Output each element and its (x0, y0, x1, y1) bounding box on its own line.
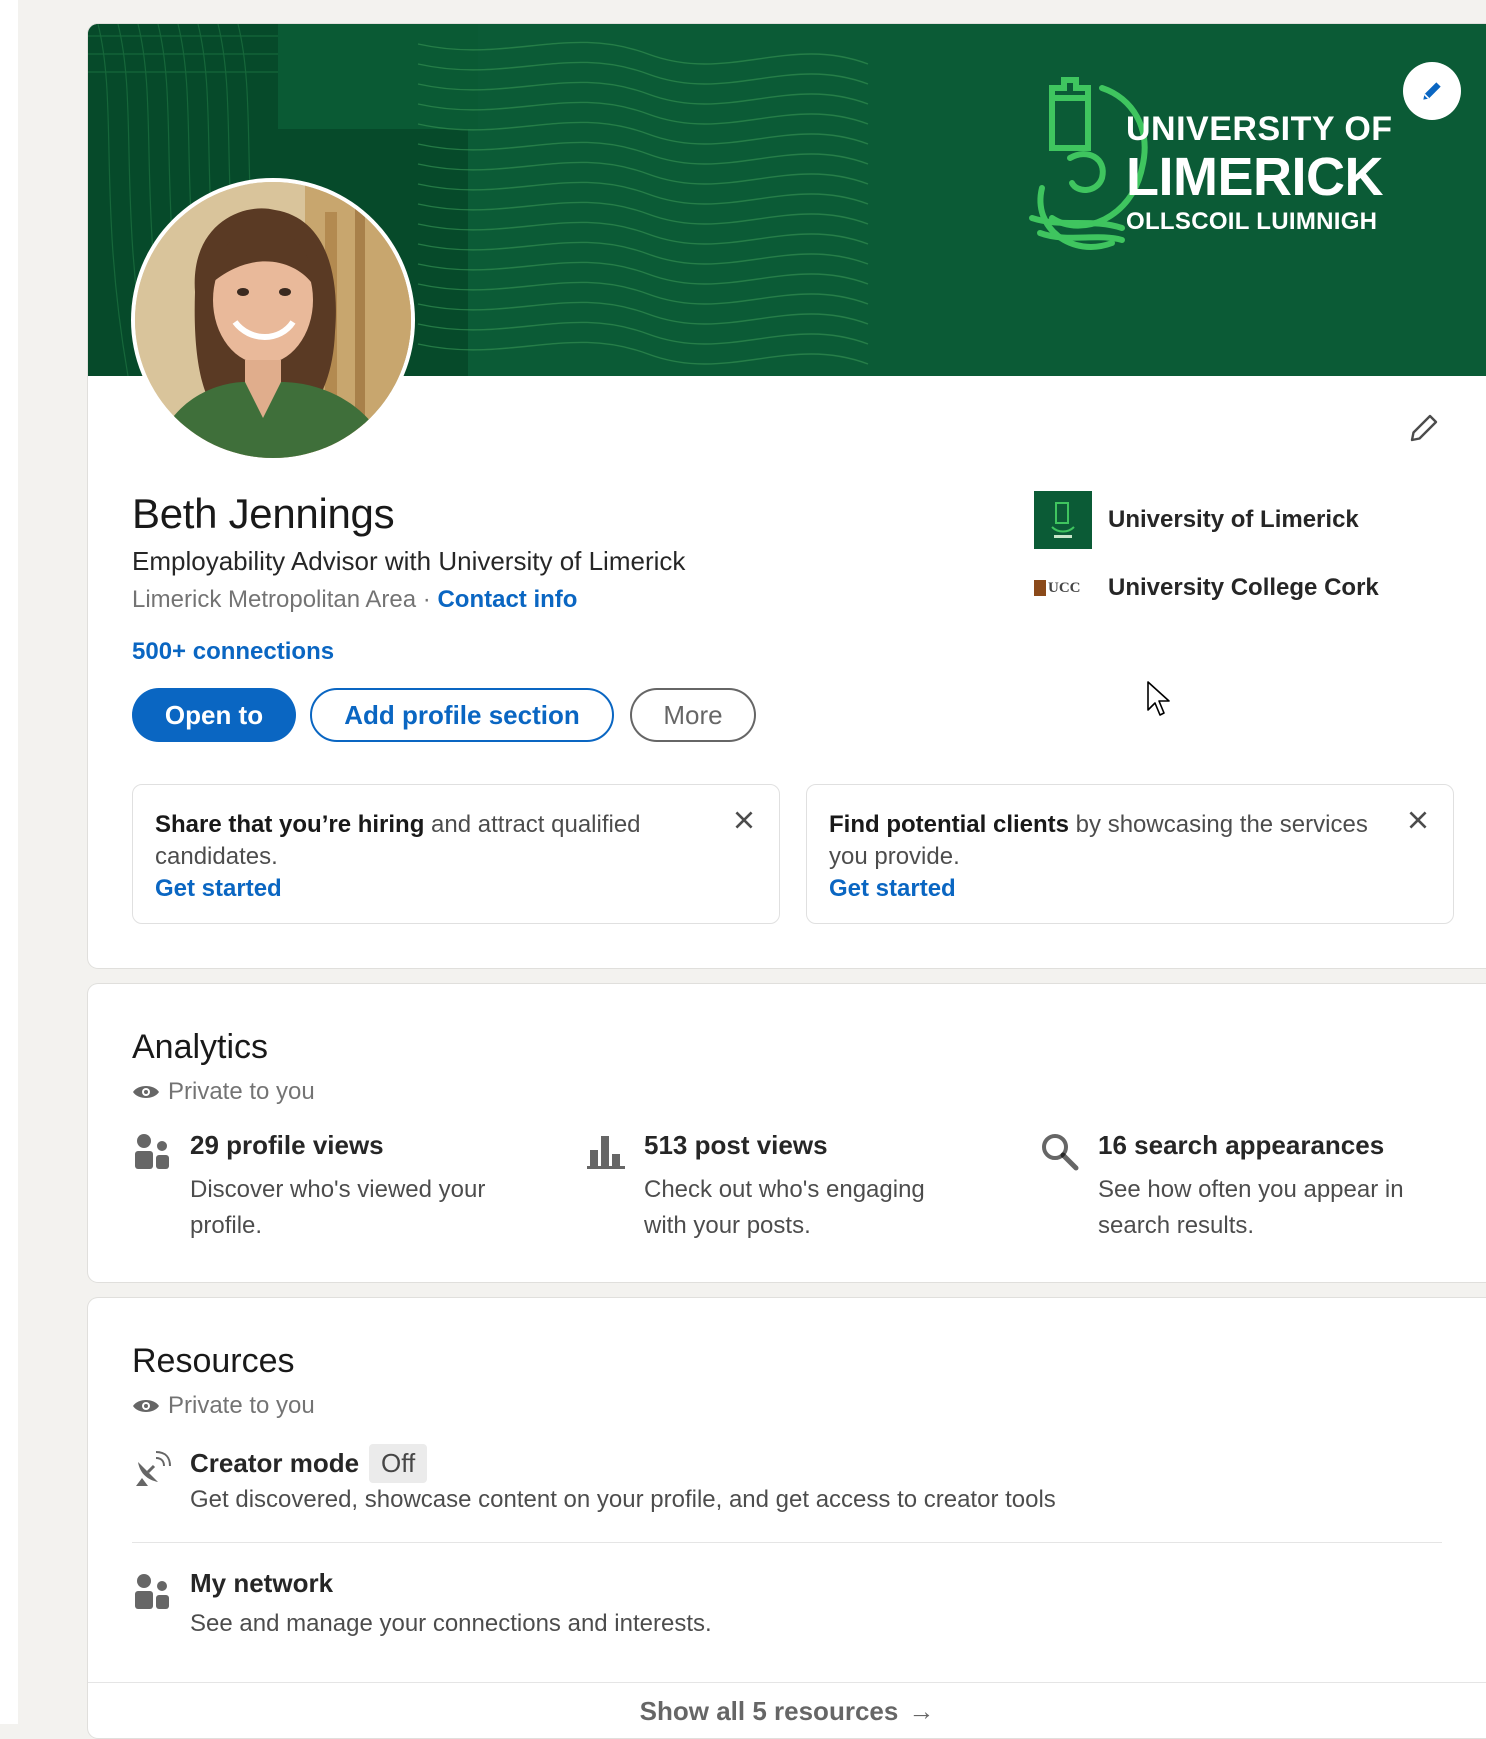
search-icon (1042, 1134, 1079, 1171)
resources-card: Resources Private to you Creator mode Of… (88, 1298, 1486, 1738)
more-button[interactable]: More (630, 688, 756, 742)
stat-title: 16 search appearances (1098, 1130, 1385, 1160)
edit-intro-pencil-icon[interactable] (1406, 410, 1442, 446)
analytics-title: Analytics (132, 1028, 269, 1066)
left-gutter (0, 0, 18, 1724)
crest-icon (1051, 502, 1075, 538)
stat-desc: See how often you appear in search resul… (1098, 1176, 1404, 1239)
pencil-icon (1423, 82, 1441, 100)
logo-line1: UNIVERSITY OF (1126, 110, 1393, 148)
org-university-college-cork[interactable]: UCC University College Cork (1034, 558, 1379, 618)
contact-info-link[interactable]: Contact info (437, 586, 577, 613)
person-photo-illustration (135, 182, 411, 458)
resources-private-note: Private to you (132, 1392, 315, 1420)
mouse-cursor-icon (1147, 681, 1170, 716)
private-text: Private to you (168, 1078, 315, 1105)
get-started-link[interactable]: Get started (829, 873, 1373, 905)
promo-strong: Find potential clients (829, 811, 1070, 838)
stat-title: 29 profile views (190, 1130, 384, 1160)
bar-chart-icon (587, 1136, 625, 1169)
resource-divider (132, 1542, 1442, 1543)
edit-banner-button[interactable] (1403, 62, 1461, 120)
resource-desc: See and manage your connections and inte… (190, 1610, 712, 1637)
analytics-private-note: Private to you (132, 1078, 315, 1106)
resources-title: Resources (132, 1342, 295, 1380)
stat-title: 513 post views (644, 1130, 828, 1160)
people-icon (135, 1574, 169, 1609)
logo-line3: OLLSCOIL LUIMNIGH (1126, 208, 1378, 235)
private-text: Private to you (168, 1392, 315, 1419)
ucc-shield-icon (1034, 580, 1046, 596)
university-of-limerick-logo (1034, 491, 1092, 549)
location-text: Limerick Metropolitan Area (132, 586, 417, 613)
satellite-dish-icon (136, 1451, 171, 1486)
profile-headline: Employability Advisor with University of… (132, 546, 686, 576)
stat-desc: Check out who's engaging with your posts… (644, 1176, 925, 1239)
creator-mode-status-badge: Off (369, 1444, 428, 1483)
avatar-image (135, 182, 411, 458)
promo-strong: Share that you’re hiring (155, 811, 425, 838)
banner-logo-text: UNIVERSITY OF LIMERICK OLLSCOIL LUIMNIGH (1126, 112, 1393, 234)
org-name: University of Limerick (1108, 506, 1359, 533)
people-icon (135, 1134, 169, 1169)
resource-title-text: My network (190, 1568, 334, 1598)
resource-title-text: Creator mode (190, 1448, 360, 1478)
close-icon[interactable] (1405, 807, 1431, 833)
add-profile-section-button[interactable]: Add profile section (310, 688, 614, 742)
hiring-promo-card: Share that you’re hiring and attract qua… (132, 784, 780, 924)
stat-desc: Discover who's viewed your profile. (190, 1176, 486, 1239)
resource-title: My network (190, 1568, 333, 1599)
profile-name: Beth Jennings (132, 490, 395, 537)
open-to-button[interactable]: Open to (132, 688, 296, 742)
show-all-resources-button[interactable]: Show all 5 resources → (88, 1682, 1486, 1739)
logo-line2: LIMERICK (1126, 147, 1383, 207)
resource-title: Creator mode Off (190, 1444, 428, 1483)
eye-icon (133, 1086, 159, 1098)
location-line: Limerick Metropolitan Area · Contact inf… (132, 586, 577, 614)
ucc-logo-text: UCC (1048, 579, 1081, 596)
arrow-right-icon: → (908, 1695, 935, 1726)
show-all-label: Show all 5 resources (639, 1695, 899, 1726)
resource-desc: Get discovered, showcase content on your… (190, 1486, 1056, 1513)
profile-top-card: UNIVERSITY OF LIMERICK OLLSCOIL LUIMNIGH (88, 24, 1486, 968)
analytics-card: Analytics Private to you 29 profile view… (88, 984, 1486, 1282)
connections-link[interactable]: 500+ connections (132, 638, 334, 666)
org-university-of-limerick[interactable]: University of Limerick (1034, 490, 1359, 550)
eye-icon (133, 1400, 159, 1412)
services-promo-card: Find potential clients by showcasing the… (806, 784, 1454, 924)
get-started-link[interactable]: Get started (155, 873, 699, 905)
profile-photo[interactable] (131, 178, 415, 462)
org-name: University College Cork (1108, 574, 1379, 601)
location-separator: · (416, 586, 438, 613)
ucc-logo: UCC (1034, 559, 1092, 617)
close-icon[interactable] (731, 807, 757, 833)
